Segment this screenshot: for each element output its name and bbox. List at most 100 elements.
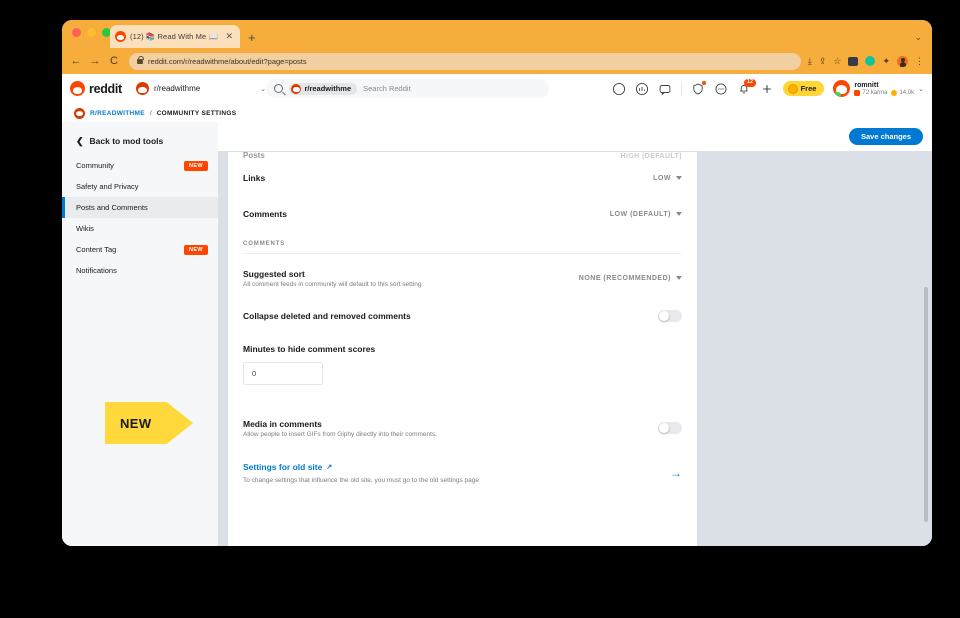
back-button[interactable]: ← <box>70 55 82 67</box>
username-label: romnitt <box>854 81 879 89</box>
vertical-scrollbar[interactable] <box>924 287 928 522</box>
chevron-down-icon[interactable]: ⌄ <box>914 32 922 43</box>
browser-address-bar: ← → C reddit.com/r/readwithme/about/edit… <box>62 48 932 74</box>
search-scope-chip[interactable]: r/readwithme <box>289 82 358 95</box>
explore-compass-icon[interactable] <box>612 82 626 96</box>
create-post-button[interactable] <box>760 82 774 96</box>
back-to-mod-tools-link[interactable]: ❮ Back to mod tools <box>62 132 218 155</box>
browser-tab-title: (12) 📚 Read With Me 📖 <box>130 32 218 41</box>
sidebar-item-community[interactable]: Community NEW <box>62 155 218 176</box>
subreddit-avatar-icon <box>135 82 149 95</box>
install-icon[interactable]: ⤓ <box>808 56 812 66</box>
clipped-setting-row[interactable]: Posts HIGH (DEFAULT) <box>243 152 682 160</box>
browser-tab-strip: (12) 📚 Read With Me 📖 ✕ + ⌄ <box>62 20 932 48</box>
new-badge: NEW <box>183 160 208 171</box>
new-tab-button[interactable]: + <box>248 31 256 44</box>
suggested-sort-dropdown[interactable]: NONE (RECOMMENDED) <box>579 275 682 282</box>
gold-stat: 14.0k <box>891 89 914 96</box>
share-icon[interactable]: ⇪ <box>819 56 827 66</box>
forward-button[interactable]: → <box>89 55 101 67</box>
sidebar-item-wikis[interactable]: Wikis <box>62 218 218 239</box>
browser-window: (12) 📚 Read With Me 📖 ✕ + ⌄ ← → C reddit… <box>62 20 932 546</box>
collapse-comments-label: Collapse deleted and removed comments <box>243 311 411 321</box>
media-in-comments-description: Allow people to insert GIFs from Giphy d… <box>243 430 437 438</box>
breadcrumb-subreddit-link[interactable]: R/READWITHME <box>90 110 145 117</box>
reddit-logo[interactable]: reddit <box>66 81 122 96</box>
reddit-top-nav: reddit r/readwithme ⌄ r/readwithme Searc… <box>62 74 932 104</box>
hide-scores-input[interactable]: 0 <box>243 362 323 385</box>
links-value: LOW <box>653 174 671 182</box>
old-site-settings-link[interactable]: Settings for old site ↗ <box>243 462 479 472</box>
suggested-sort-label: Suggested sort <box>243 268 305 279</box>
settings-card: Posts HIGH (DEFAULT) Links LOW Comments … <box>228 152 697 546</box>
sidebar-item-safety-and-privacy[interactable]: Safety and Privacy <box>62 176 218 197</box>
search-placeholder: Search Reddit <box>363 84 411 93</box>
back-to-mod-tools-label: Back to mod tools <box>89 136 164 146</box>
suggested-sort-value: NONE (RECOMMENDED) <box>578 274 671 282</box>
karma-icon <box>854 89 861 96</box>
media-in-comments-label: Media in comments <box>243 418 322 429</box>
arrow-right-icon[interactable]: → <box>670 467 682 479</box>
nav-icon-group: 12 Free romnitt 72 karma 14.0k ⌄ <box>612 78 926 97</box>
notifications-bell-icon[interactable]: 12 <box>737 78 756 96</box>
kebab-menu-icon[interactable]: ⋮ <box>915 56 924 66</box>
old-site-label: Settings for old site <box>243 462 323 472</box>
setting-row-media-in-comments: Media in comments Allow people to insert… <box>243 403 682 448</box>
sidebar-item-label: Safety and Privacy <box>76 182 139 191</box>
browser-tab[interactable]: (12) 📚 Read With Me 📖 ✕ <box>110 25 240 48</box>
search-scope-label: r/readwithme <box>304 84 352 93</box>
user-menu-button[interactable]: romnitt 72 karma 14.0k ⌄ <box>833 80 924 97</box>
reload-button[interactable]: C <box>108 55 120 67</box>
setting-row-old-site[interactable]: Settings for old site ↗ To change settin… <box>243 448 682 484</box>
browser-profile-avatar[interactable] <box>897 55 908 67</box>
window-traffic-lights <box>72 28 111 37</box>
chevron-down-icon: ⌄ <box>918 85 924 93</box>
open-chat-icon[interactable] <box>658 82 672 96</box>
minimize-window-button[interactable] <box>87 28 96 37</box>
links-label: Links <box>243 173 266 183</box>
grammarly-icon[interactable] <box>865 56 876 66</box>
breadcrumb: R/READWITHME / COMMUNITY SETTINGS <box>62 104 932 122</box>
close-window-button[interactable] <box>72 28 81 37</box>
settings-content: Save changes Posts HIGH (DEFAULT) Links … <box>218 122 932 546</box>
user-meta: romnitt 72 karma 14.0k <box>854 82 914 96</box>
search-input[interactable]: r/readwithme Search Reddit <box>265 79 549 98</box>
close-tab-icon[interactable]: ✕ <box>223 32 235 41</box>
sidebar-item-label: Posts and Comments <box>76 203 148 212</box>
sidebar-item-posts-and-comments[interactable]: Posts and Comments <box>62 197 218 218</box>
page-body: ❮ Back to mod tools Community NEW Safety… <box>62 122 932 546</box>
extensions-puzzle-icon[interactable]: ✦ <box>882 56 890 66</box>
reddit-logo-icon <box>70 81 85 96</box>
setting-row-collapse-comments: Collapse deleted and removed comments <box>243 296 682 336</box>
sidebar-item-notifications[interactable]: Notifications <box>62 260 218 281</box>
reddit-favicon-icon <box>115 31 126 42</box>
settings-sidebar: ❮ Back to mod tools Community NEW Safety… <box>62 122 218 546</box>
unread-dot-indicator <box>701 80 706 85</box>
sidebar-item-content-tag[interactable]: Content Tag NEW <box>62 239 218 260</box>
reddit-premium-free-button[interactable]: Free <box>782 81 825 96</box>
chevron-down-icon <box>676 176 682 180</box>
subreddit-picker[interactable]: r/readwithme ⌄ <box>135 82 266 95</box>
url-input[interactable]: reddit.com/r/readwithme/about/edit?page=… <box>129 52 801 70</box>
media-in-comments-toggle[interactable] <box>658 422 682 434</box>
breadcrumb-current-page: COMMUNITY SETTINGS <box>156 109 237 117</box>
karma-label: 72 karma <box>862 89 888 96</box>
links-dropdown[interactable]: LOW <box>653 175 682 182</box>
notification-count-badge: 12 <box>744 78 756 87</box>
clipped-row-label: Posts <box>243 152 265 160</box>
setting-row-links: Links LOW <box>243 160 682 196</box>
save-bar: Save changes <box>218 122 932 151</box>
dark-square-extension-icon[interactable] <box>848 56 859 66</box>
reddit-logo-text: reddit <box>89 81 122 96</box>
url-text: reddit.com/r/readwithme/about/edit?page=… <box>148 56 307 66</box>
subreddit-avatar-icon <box>291 83 302 94</box>
clipped-row-value: HIGH (DEFAULT) <box>620 153 682 160</box>
collapse-comments-toggle[interactable] <box>658 310 682 322</box>
shield-mod-icon[interactable] <box>691 80 706 96</box>
bookmark-star-icon[interactable]: ☆ <box>833 56 841 66</box>
advertise-icon[interactable] <box>635 82 649 96</box>
hide-scores-label: Minutes to hide comment scores <box>243 344 376 354</box>
save-changes-button[interactable]: Save changes <box>848 128 923 145</box>
chat-bubble-icon[interactable] <box>714 82 728 96</box>
comments-dropdown[interactable]: LOW (DEFAULT) <box>610 211 682 218</box>
